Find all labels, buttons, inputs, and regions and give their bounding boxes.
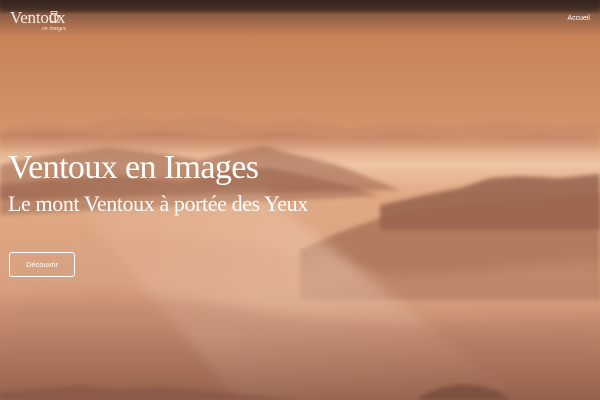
hero-subtitle: Le mont Ventoux à portée des Yeux — [8, 191, 308, 216]
hero-title: Ventoux en Images — [8, 149, 259, 186]
camera-icon — [49, 11, 59, 23]
site-logo[interactable]: Ventoux en images — [10, 8, 74, 36]
discover-button[interactable]: Découvrir — [9, 252, 75, 277]
home-page: Ventoux en images Accueil Ventoux en Ima… — [0, 0, 600, 400]
site-header: Ventoux en images Accueil — [0, 0, 600, 42]
logo-tagline: en images — [42, 26, 67, 32]
nav-link-accueil[interactable]: Accueil — [567, 15, 590, 22]
